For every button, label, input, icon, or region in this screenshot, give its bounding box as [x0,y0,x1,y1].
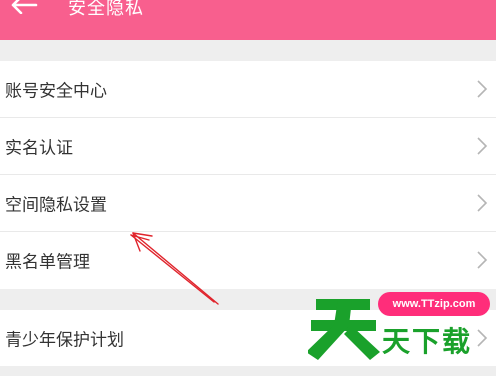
row-label: 实名认证 [5,138,73,159]
arrow-left-icon[interactable] [10,0,40,14]
settings-row-space-privacy[interactable]: 空间隐私设置 [0,175,496,231]
row-label: 账号安全中心 [5,81,107,102]
chevron-right-icon [477,80,488,98]
row-label: 黑名单管理 [5,252,90,273]
watermark: www.TTzip.com 天下载 [306,286,496,366]
settings-row-blacklist[interactable]: 黑名单管理 [0,232,496,288]
chevron-right-icon [477,194,488,212]
chevron-right-icon [477,251,488,269]
row-label: 空间隐私设置 [5,195,107,216]
settings-group-account: 账号安全中心 实名认证 空间隐私设置 黑名单管理 [0,61,496,289]
watermark-url-badge: www.TTzip.com [378,292,490,316]
chevron-right-icon [477,137,488,155]
title-bar: 安全隐私 [0,0,496,40]
tt-logo-icon [308,299,380,360]
page-title: 安全隐私 [68,0,144,19]
settings-row-account-security[interactable]: 账号安全中心 [0,61,496,117]
watermark-url: www.TTzip.com [392,298,476,310]
row-label: 青少年保护计划 [5,330,124,351]
settings-row-real-name[interactable]: 实名认证 [0,118,496,174]
watermark-tagline: 天下载 [382,325,473,358]
